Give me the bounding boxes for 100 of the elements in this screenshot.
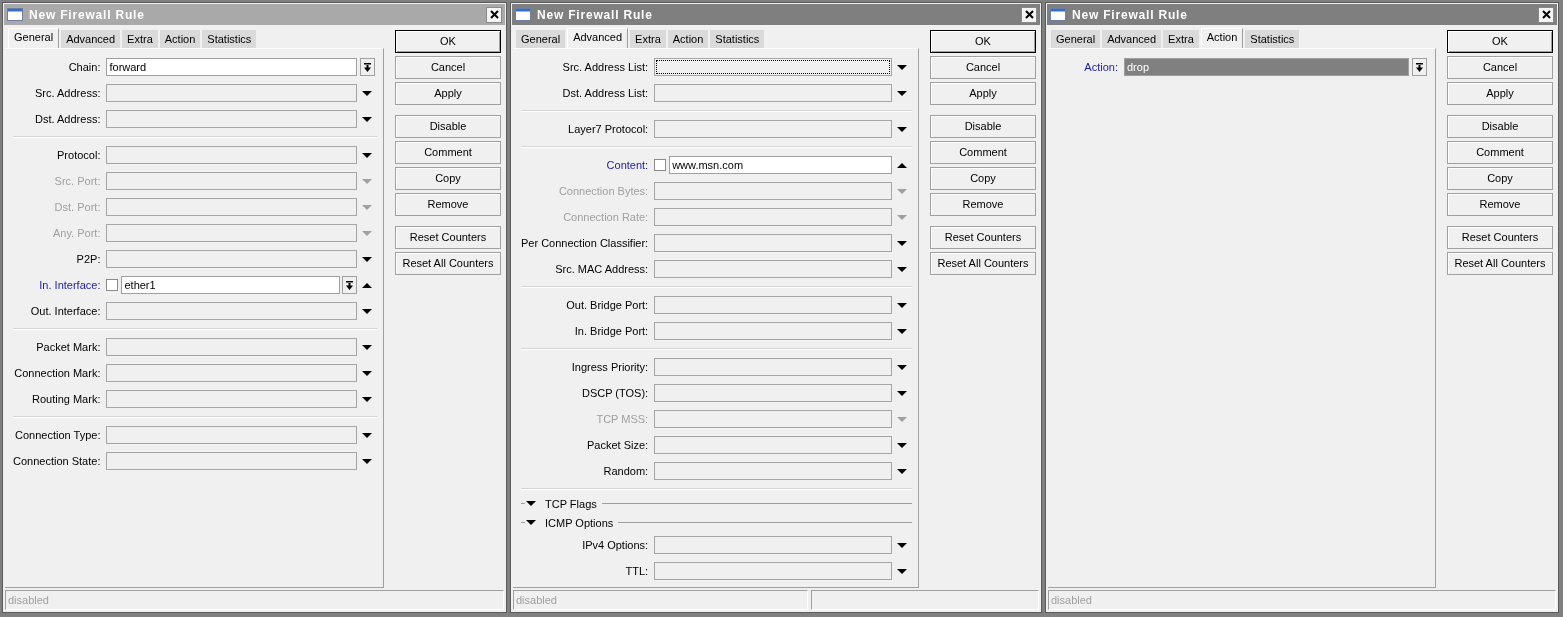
caret-down-icon[interactable] <box>897 364 907 370</box>
input-field[interactable] <box>654 384 892 402</box>
input-field[interactable] <box>654 322 892 340</box>
tab[interactable]: Action <box>159 30 201 48</box>
input-field[interactable] <box>654 260 892 278</box>
tab[interactable]: Advanced <box>61 30 121 48</box>
input-field[interactable]: www.msn.com <box>669 156 892 174</box>
close-button[interactable] <box>1021 6 1037 23</box>
dialog-button[interactable]: Remove <box>1447 193 1553 216</box>
caret-down-icon[interactable] <box>897 328 907 334</box>
dialog-button[interactable]: OK <box>930 30 1036 53</box>
tab[interactable]: Action <box>667 30 709 48</box>
caret-down-icon[interactable] <box>362 370 372 376</box>
input-field[interactable] <box>654 358 892 376</box>
dropdown-button[interactable] <box>342 276 357 294</box>
tab[interactable]: Extra <box>122 30 158 48</box>
caret-down-icon[interactable] <box>897 442 907 448</box>
caret-down-icon[interactable] <box>897 240 907 246</box>
section-toggle[interactable]: ICMP Options <box>525 516 615 529</box>
caret-down-icon[interactable] <box>897 64 907 70</box>
caret-down-icon[interactable] <box>362 152 372 158</box>
dialog-button[interactable]: Cancel <box>1447 56 1553 79</box>
caret-down-icon[interactable] <box>897 468 907 474</box>
input-field[interactable] <box>654 296 892 314</box>
section-toggle[interactable]: TCP Flags <box>525 497 598 510</box>
tab[interactable]: General <box>516 30 566 48</box>
input-field[interactable] <box>654 436 892 454</box>
caret-down-icon[interactable] <box>897 90 907 96</box>
caret-down-icon[interactable] <box>362 458 372 464</box>
tab[interactable]: Extra <box>630 30 666 48</box>
input-field[interactable] <box>106 426 357 444</box>
caret-down-icon[interactable] <box>362 308 372 314</box>
dialog-button[interactable]: Remove <box>395 193 501 216</box>
dialog-button[interactable]: Reset All Counters <box>930 252 1036 275</box>
input-field[interactable] <box>106 364 357 382</box>
input-field[interactable] <box>654 84 892 102</box>
tab[interactable]: Extra <box>1163 30 1199 48</box>
close-button[interactable] <box>1538 6 1554 23</box>
dropdown-button[interactable] <box>360 58 375 76</box>
dialog-button[interactable]: Reset Counters <box>1447 226 1553 249</box>
input-field[interactable] <box>654 58 892 76</box>
dialog-button[interactable]: Reset All Counters <box>1447 252 1553 275</box>
dialog-button[interactable]: Copy <box>930 167 1036 190</box>
dialog-button[interactable]: Apply <box>930 82 1036 105</box>
dialog-button[interactable]: Reset Counters <box>930 226 1036 249</box>
input-field[interactable]: drop <box>1124 58 1409 76</box>
caret-down-icon[interactable] <box>362 256 372 262</box>
checkbox[interactable] <box>106 279 119 291</box>
caret-down-icon[interactable] <box>362 432 372 438</box>
caret-down-icon[interactable] <box>362 90 372 96</box>
caret-up-icon[interactable] <box>362 282 372 288</box>
input-field[interactable] <box>654 120 892 138</box>
input-field[interactable] <box>106 390 357 408</box>
dialog-button[interactable]: Apply <box>395 82 501 105</box>
dialog-button[interactable]: Disable <box>930 115 1036 138</box>
dialog-button[interactable]: Comment <box>395 141 501 164</box>
caret-down-icon[interactable] <box>897 126 907 132</box>
dialog-button[interactable]: Cancel <box>395 56 501 79</box>
caret-down-icon[interactable] <box>897 542 907 548</box>
tab[interactable]: General <box>1051 30 1101 48</box>
dialog-button[interactable]: Comment <box>1447 141 1553 164</box>
tab[interactable]: Statistics <box>202 30 257 48</box>
input-field[interactable] <box>654 234 892 252</box>
input-field[interactable] <box>106 84 357 102</box>
dialog-button[interactable]: Cancel <box>930 56 1036 79</box>
dropdown-button[interactable] <box>1412 58 1427 76</box>
close-button[interactable] <box>486 6 502 23</box>
input-field[interactable] <box>106 110 357 128</box>
checkbox[interactable] <box>654 159 667 171</box>
dialog-button[interactable]: Copy <box>395 167 501 190</box>
dialog-button[interactable]: Disable <box>1447 115 1553 138</box>
dialog-button[interactable]: Apply <box>1447 82 1553 105</box>
tab[interactable]: General <box>8 28 60 48</box>
tab[interactable]: Advanced <box>567 28 629 48</box>
caret-down-icon[interactable] <box>897 568 907 574</box>
input-field[interactable] <box>106 250 357 268</box>
dialog-button[interactable]: OK <box>1447 30 1553 53</box>
tab[interactable]: Action <box>1200 28 1244 48</box>
input-field[interactable] <box>106 338 357 356</box>
caret-down-icon[interactable] <box>897 302 907 308</box>
caret-down-icon[interactable] <box>362 396 372 402</box>
input-field[interactable] <box>654 462 892 480</box>
tab[interactable]: Statistics <box>710 30 765 48</box>
dialog-button[interactable]: Disable <box>395 115 501 138</box>
input-field[interactable] <box>106 146 357 164</box>
dialog-button[interactable]: Copy <box>1447 167 1553 190</box>
input-field[interactable] <box>654 562 892 580</box>
caret-down-icon[interactable] <box>362 116 372 122</box>
tab[interactable]: Statistics <box>1245 30 1300 48</box>
caret-down-icon[interactable] <box>897 390 907 396</box>
caret-down-icon[interactable] <box>897 266 907 272</box>
dialog-button[interactable]: Reset Counters <box>395 226 501 249</box>
input-field[interactable] <box>106 452 357 470</box>
dialog-button[interactable]: Reset All Counters <box>395 252 501 275</box>
caret-down-icon[interactable] <box>362 344 372 350</box>
input-field[interactable]: ether1 <box>121 276 340 294</box>
input-field[interactable]: forward <box>106 58 357 76</box>
dialog-button[interactable]: OK <box>395 30 501 53</box>
input-field[interactable] <box>654 536 892 554</box>
dialog-button[interactable]: Comment <box>930 141 1036 164</box>
